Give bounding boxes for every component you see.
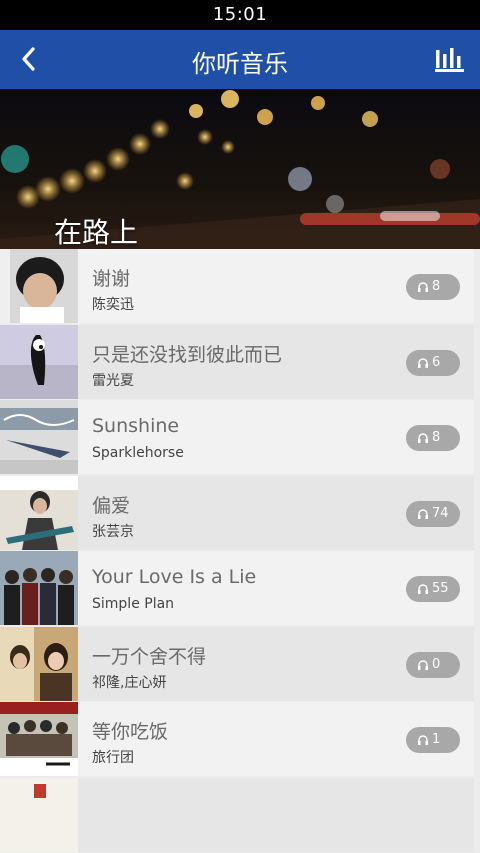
play-count-badge: 6 (406, 349, 460, 376)
song-row[interactable]: Sunshine Sparklehorse 8 (0, 400, 474, 474)
song-row[interactable]: Your Love Is a Lie Simple Plan 55 (0, 551, 474, 625)
song-row[interactable] (0, 777, 474, 852)
headphones-icon (418, 357, 428, 368)
playlist-banner: 在路上 (0, 89, 480, 249)
play-count: 74 (432, 505, 449, 521)
headphones-icon (418, 282, 428, 292)
song-title: 谢谢 (92, 268, 131, 290)
headphones-icon (418, 508, 428, 519)
play-count-badge: 74 (406, 500, 460, 527)
page-title: 你听音乐 (192, 50, 288, 78)
song-title: Your Love Is a Lie (92, 566, 257, 588)
play-count: 55 (432, 581, 449, 596)
equalizer-icon[interactable] (434, 44, 466, 74)
song-artist: 旅行团 (92, 750, 134, 766)
play-count: 6 (432, 354, 441, 370)
song-title: 一万个舍不得 (92, 645, 207, 668)
banner-title: 在路上 (54, 216, 139, 249)
song-artist: Simple Plan (92, 596, 175, 612)
play-count-badge: 1 (406, 727, 460, 753)
album-cover (0, 777, 78, 852)
play-count: 8 (432, 430, 441, 445)
song-artist: 张芸京 (92, 523, 134, 540)
headphones-icon (418, 735, 428, 745)
play-count-badge: 8 (406, 274, 460, 300)
play-count-badge: 55 (406, 576, 460, 602)
song-row[interactable]: 只是还没找到彼此而已 雷光夏 6 (0, 324, 474, 399)
headphones-icon (418, 659, 428, 670)
song-row[interactable]: 偏爱 张芸京 74 (0, 475, 474, 550)
album-cover (0, 626, 78, 701)
play-count: 8 (432, 279, 441, 294)
app-bar: 你听音乐 (0, 30, 480, 89)
album-cover (0, 702, 78, 776)
song-row[interactable]: 一万个舍不得 祁隆,庄心妍 0 (0, 626, 474, 701)
song-artist: 祁隆,庄心妍 (92, 674, 167, 691)
play-count-badge: 8 (406, 425, 460, 451)
song-row[interactable]: 谢谢 陈奕迅 8 (0, 249, 474, 323)
play-count-badge: 0 (406, 651, 460, 678)
play-count: 0 (432, 656, 441, 672)
album-cover (0, 551, 78, 625)
status-time: 15:01 (212, 4, 268, 25)
album-cover (0, 249, 78, 323)
play-count: 1 (432, 732, 441, 747)
song-title: Sunshine (92, 415, 180, 437)
song-title: 只是还没找到彼此而已 (92, 343, 283, 366)
song-artist: 雷光夏 (92, 372, 134, 389)
headphones-icon (418, 584, 428, 594)
song-row[interactable]: 等你吃饭 旅行团 1 (0, 702, 474, 776)
headphones-icon (418, 433, 428, 443)
song-list: 谢谢 陈奕迅 8 只是还没找到彼此而已 雷光夏 6 Sunshine Spark… (0, 249, 480, 853)
song-title: 等你吃饭 (92, 721, 169, 743)
song-artist: Sparklehorse (92, 445, 184, 461)
song-artist: 陈奕迅 (92, 297, 134, 313)
album-cover (0, 475, 78, 550)
album-cover (0, 324, 78, 399)
status-bar: 15:01 (0, 0, 480, 30)
song-title: 偏爱 (92, 494, 131, 517)
album-cover (0, 400, 78, 474)
